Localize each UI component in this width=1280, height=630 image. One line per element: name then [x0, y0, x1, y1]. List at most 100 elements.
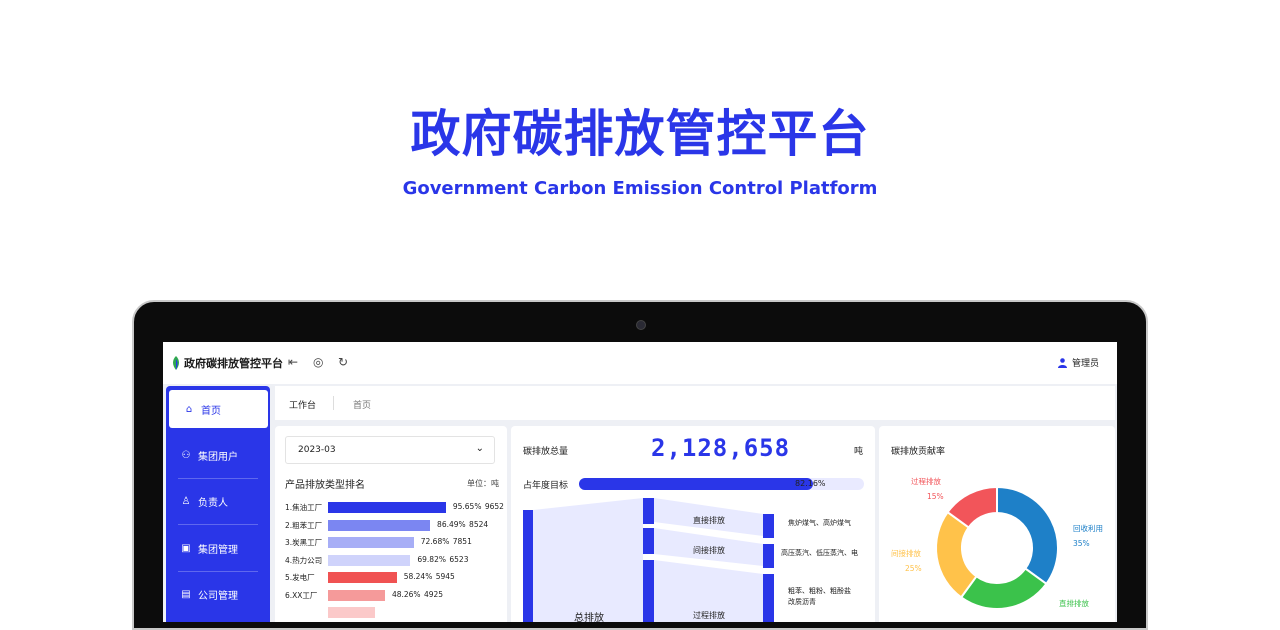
- webcam: [636, 320, 646, 330]
- ranking-row-bar: [328, 537, 414, 548]
- sankey-node-process: [643, 560, 654, 622]
- ranking-row-percent: 95.65%: [452, 502, 482, 511]
- ranking-row-name: 1.焦油工厂: [285, 503, 323, 512]
- ranking-row-value: 9652: [484, 502, 504, 511]
- ranking-row-bar: [328, 502, 446, 513]
- contribution-panel: 碳排放贡献率 过程排放 15% 回收利用 35% 间接排放 25% 直排排放: [879, 426, 1115, 622]
- month-select-value: 2023-03: [298, 445, 336, 455]
- sankey-label-indirect: 间接排放: [693, 546, 725, 555]
- ranking-row-bar: [328, 572, 397, 583]
- ranking-row-bar: [328, 554, 411, 566]
- ranking-row-value: 6523: [449, 554, 469, 564]
- sankey-node-indirect: [643, 528, 654, 554]
- tab-separator: [333, 396, 334, 410]
- leaf-logo-icon: [173, 356, 179, 370]
- divider: [178, 571, 258, 572]
- home-icon: ⌂: [185, 403, 193, 415]
- refresh-icon[interactable]: ↻: [338, 355, 348, 369]
- ranking-row: 6.XX工厂 48.26% 4925: [285, 589, 500, 601]
- tab-home[interactable]: 首页: [353, 398, 371, 411]
- tab-bar: 工作台 首页: [275, 386, 1115, 420]
- legend-indirect-name: 间接排放: [891, 549, 921, 558]
- sidebar-item-label: 负责人: [198, 497, 228, 509]
- top-bar: 政府碳排放管控平台 ⇤ ◎ ↻ 管理员: [163, 342, 1117, 384]
- sidebar-item-owner[interactable]: ♙ 负责人: [166, 482, 270, 520]
- legend-recycle-name: 回收利用: [1073, 524, 1103, 533]
- legend-direct-name: 直排排放: [1059, 599, 1089, 608]
- tab-workbench[interactable]: 工作台: [289, 398, 316, 411]
- ranking-unit: 单位：吨: [467, 479, 499, 488]
- user-icon: [1057, 357, 1067, 368]
- sidebar-item-label: 首页: [201, 405, 221, 417]
- hero-title: 政府碳排放管控平台: [410, 105, 870, 163]
- sidebar-item-home[interactable]: ⌂ 首页: [169, 390, 268, 428]
- total-label: 碳排放总量: [523, 447, 569, 457]
- target-progress-bar: 82.16%: [579, 478, 864, 490]
- user-name: 管理员: [1071, 359, 1099, 369]
- sankey-label-source: 总排放: [574, 613, 604, 622]
- ranking-row-percent: 86.49%: [437, 519, 466, 529]
- sankey-label-target-3: 粗苯、粗粉、粗酚盐: [788, 587, 851, 595]
- legend-process-percent: 15%: [927, 492, 944, 501]
- sidebar-item-group-users[interactable]: ⚇ 集团用户: [166, 436, 270, 474]
- sidebar-item-company-manage[interactable]: ▤ 公司管理: [166, 575, 270, 613]
- legend-recycle-percent: 35%: [1073, 539, 1090, 548]
- sankey-label-direct: 直接排放: [693, 516, 725, 525]
- ranking-title: 产品排放类型排名: [285, 480, 365, 491]
- sankey-label-process: 过程排放: [693, 611, 725, 620]
- sankey-node-target-2: [763, 544, 774, 568]
- ranking-row-percent: 72.68%: [420, 537, 450, 546]
- sidebar-item-label: 公司管理: [198, 590, 238, 602]
- ranking-row: 4.热力公司 69.82% 6523: [285, 554, 500, 566]
- ranking-row-name: 2.粗苯工厂: [285, 520, 323, 530]
- target-progress-fill: [579, 478, 814, 490]
- ranking-row-value: 7851: [452, 537, 472, 546]
- ranking-row-bar: [328, 519, 431, 531]
- month-select[interactable]: 2023-03 ⌄: [285, 436, 495, 464]
- ranking-row-percent: 48.26%: [391, 589, 421, 599]
- legend-indirect-percent: 25%: [905, 564, 922, 573]
- chevron-down-icon: ⌄: [475, 443, 484, 454]
- sidebar-item-label: 集团管理: [198, 544, 238, 556]
- sidebar-item-group-manage[interactable]: ▣ 集团管理: [166, 529, 270, 567]
- globe-icon[interactable]: ◎: [313, 355, 323, 369]
- ranking-row: 2.粗苯工厂 86.49% 8524: [285, 519, 500, 531]
- ranking-row: 3.炭黑工厂 72.68% 7851: [285, 536, 500, 548]
- ranking-row-value: 8524: [469, 519, 489, 529]
- sankey-node-target-1: [763, 514, 774, 538]
- ranking-row-name: 3.炭黑工厂: [285, 538, 323, 547]
- menu-fold-icon[interactable]: ⇤: [288, 355, 298, 369]
- ranking-row: 5.发电厂 58.24% 5945: [285, 571, 500, 583]
- user-menu[interactable]: 管理员: [1057, 356, 1099, 369]
- divider: [178, 524, 258, 525]
- ranking-row-name: 4.热力公司: [285, 555, 323, 565]
- logo-text: 政府碳排放管控平台: [184, 357, 283, 370]
- ranking-row-percent: 58.24%: [403, 572, 433, 581]
- app-logo[interactable]: 政府碳排放管控平台: [171, 355, 283, 371]
- target-progress-text: 82.16%: [795, 479, 826, 488]
- sankey-label-target-2: 高压蒸汽、低压蒸汽、电: [781, 549, 858, 557]
- sankey-node-total: [523, 510, 533, 622]
- total-unit: 吨: [853, 447, 863, 457]
- ranking-row: [285, 606, 500, 618]
- sankey-node-target-3: [763, 574, 774, 622]
- group-users-icon: ⚇: [181, 449, 191, 461]
- hero-subtitle: Government Carbon Emission Control Platf…: [402, 178, 878, 199]
- target-label: 占年度目标: [523, 481, 569, 491]
- emission-total-panel: 碳排放总量 2,128,658 吨 占年度目标 82.16% 总排放 直接排放 …: [511, 426, 875, 622]
- sankey-label-target-1: 焦炉煤气、高炉煤气: [788, 519, 851, 527]
- document-icon: ▤: [181, 588, 191, 600]
- divider: [178, 478, 258, 479]
- sidebar-item-label: 集团用户: [198, 451, 238, 463]
- monitor-icon: ▣: [181, 542, 191, 554]
- ranking-row-value: 5945: [435, 572, 455, 581]
- ranking-row-bar: [328, 589, 385, 601]
- ranking-row: 1.焦油工厂 95.65% 9652: [285, 501, 504, 513]
- total-value: 2,128,658: [651, 434, 791, 462]
- sidebar: ⌂ 首页 ⚇ 集团用户 ♙ 负责人 ▣ 集团管理 ▤ 公司管理: [166, 386, 270, 622]
- sankey-label-target-4: 改质沥青: [788, 598, 816, 606]
- ranking-row-name: 5.发电厂: [285, 573, 315, 582]
- sankey-node-direct: [643, 498, 654, 524]
- legend-process-name: 过程排放: [911, 477, 941, 486]
- app-screen: 政府碳排放管控平台 ⇤ ◎ ↻ 管理员 ⌂ 首页 ⚇ 集团用户 ♙ 负责人 ▣ …: [163, 342, 1117, 622]
